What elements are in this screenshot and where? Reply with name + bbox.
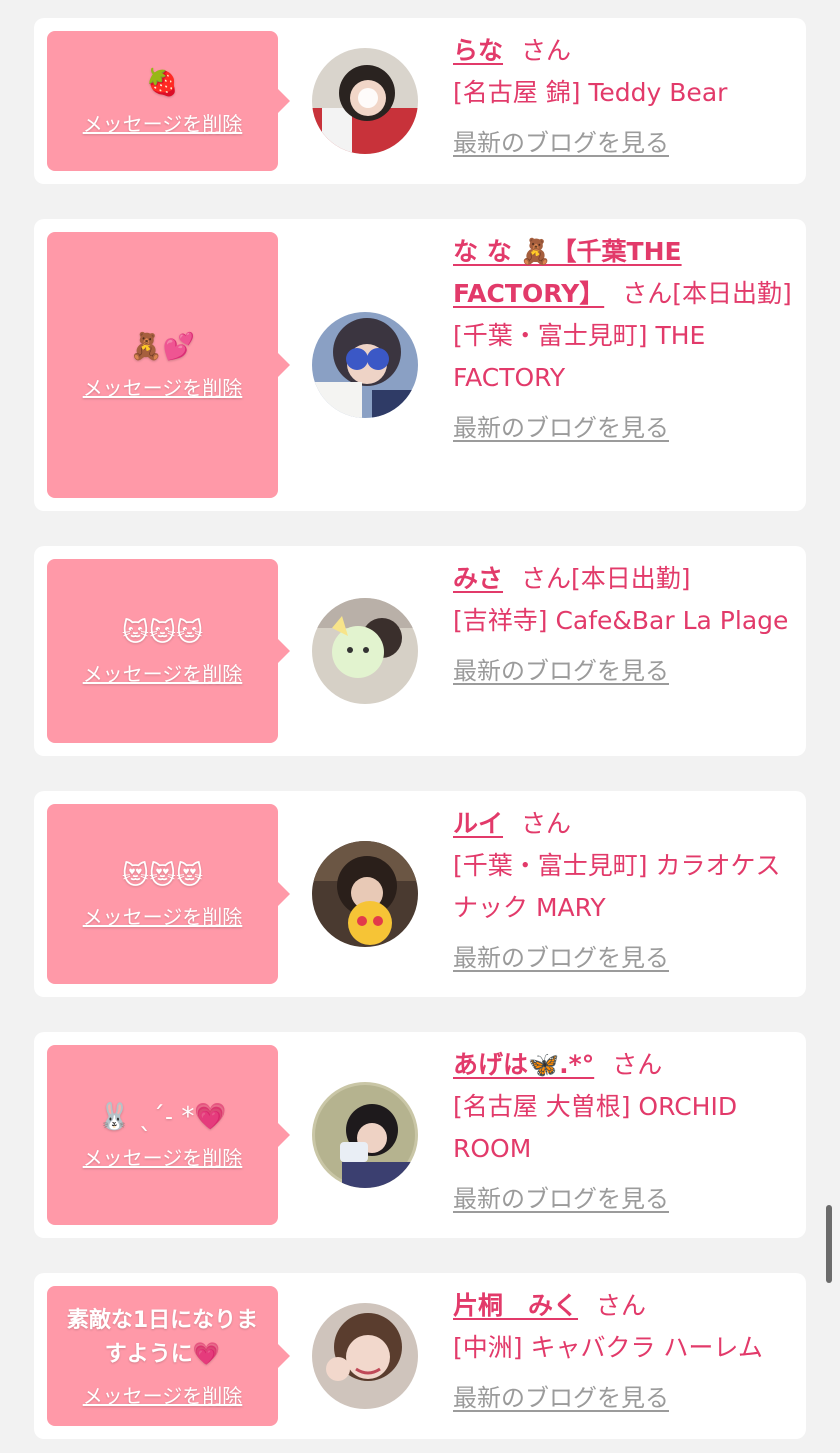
- message-text: 🍓: [146, 67, 179, 98]
- message-bubble: 素敵な1日になりますように💗 メッセージを削除: [47, 1286, 290, 1426]
- avatar[interactable]: [312, 598, 418, 704]
- favorite-card: 🍓 メッセージを削除 らな さん [名古屋 錦] Teddy Bear 最新のブロ…: [34, 18, 806, 184]
- latest-blog-link[interactable]: 最新のブログを見る: [453, 407, 669, 449]
- message-text: 🐰 ˎˊ˗ *💗: [98, 1101, 227, 1132]
- honorific: さん: [521, 809, 572, 838]
- shop-info: [名古屋 大曽根] ORCHID ROOM: [453, 1092, 738, 1163]
- message-text: 😻😻😻: [121, 860, 204, 891]
- delete-message-link[interactable]: メッセージを削除: [83, 901, 243, 930]
- message-text: 素敵な1日になりますように💗: [66, 1307, 259, 1367]
- girl-info: らな さん [名古屋 錦] Teddy Bear 最新のブログを見る: [453, 30, 793, 164]
- delete-message-link[interactable]: メッセージを削除: [83, 658, 243, 687]
- girl-info: な な 🧸【千葉THE FACTORY】 さん[本日出勤] [千葉・富士見町] T…: [453, 231, 793, 449]
- latest-blog-link[interactable]: 最新のブログを見る: [453, 1178, 669, 1220]
- girl-name-link[interactable]: ルイ: [453, 809, 503, 838]
- message-bubble: 😻😻😻 メッセージを削除: [47, 804, 290, 984]
- delete-message-link[interactable]: メッセージを削除: [83, 1142, 243, 1171]
- honorific: さん: [622, 279, 673, 308]
- message-text: 🧸💕: [130, 331, 195, 362]
- latest-blog-link[interactable]: 最新のブログを見る: [453, 937, 669, 979]
- honorific: さん: [612, 1050, 663, 1079]
- girl-name-link[interactable]: 片桐 みく: [453, 1291, 578, 1320]
- girl-name-link[interactable]: みさ: [453, 564, 503, 593]
- favorites-list: 🍓 メッセージを削除 らな さん [名古屋 錦] Teddy Bear 最新のブロ…: [0, 0, 840, 1453]
- avatar[interactable]: [312, 48, 418, 154]
- favorite-card: 🧸💕 メッセージを削除 な な 🧸【千葉THE FACTORY】 さん[本日出勤]…: [34, 219, 806, 511]
- shop-info: [吉祥寺] Cafe&Bar La Plage: [453, 606, 789, 635]
- girl-info: あげは🦋.*° さん [名古屋 大曽根] ORCHID ROOM 最新のブログを見…: [453, 1044, 793, 1220]
- delete-message-link[interactable]: メッセージを削除: [83, 1380, 243, 1409]
- message-bubble: 🍓 メッセージを削除: [47, 31, 290, 171]
- scrollbar[interactable]: [826, 1205, 832, 1283]
- honorific: さん: [521, 36, 572, 65]
- girl-name-link[interactable]: あげは🦋.*°: [453, 1050, 594, 1079]
- message-bubble: 🐰 ˎˊ˗ *💗 メッセージを削除: [47, 1045, 290, 1225]
- shop-info: [中洲] キャバクラ ハーレム: [453, 1333, 763, 1362]
- delete-message-link[interactable]: メッセージを削除: [83, 108, 243, 137]
- girl-name-link[interactable]: らな: [453, 36, 503, 65]
- girl-info: みさ さん[本日出勤] [吉祥寺] Cafe&Bar La Plage 最新のブロ…: [453, 558, 793, 692]
- attendance-status: [本日出勤]: [571, 564, 691, 593]
- girl-info: 片桐 みく さん [中洲] キャバクラ ハーレム 最新のブログを見る: [453, 1285, 793, 1419]
- message-bubble: 🧸💕 メッセージを削除: [47, 232, 290, 498]
- attendance-status: [本日出勤]: [672, 279, 792, 308]
- latest-blog-link[interactable]: 最新のブログを見る: [453, 650, 669, 692]
- girl-info: ルイ さん [千葉・富士見町] カラオケスナック MARY 最新のブログを見る: [453, 803, 793, 979]
- shop-info: [千葉・富士見町] カラオケスナック MARY: [453, 851, 781, 922]
- delete-message-link[interactable]: メッセージを削除: [83, 372, 243, 401]
- shop-info: [名古屋 錦] Teddy Bear: [453, 78, 728, 107]
- honorific: さん: [596, 1291, 647, 1320]
- favorite-card: 🐰 ˎˊ˗ *💗 メッセージを削除 あげは🦋.*° さん [名古屋 大曽根] OR…: [34, 1032, 806, 1238]
- avatar[interactable]: [312, 1082, 418, 1188]
- avatar[interactable]: [312, 1303, 418, 1409]
- favorite-card: 素敵な1日になりますように💗 メッセージを削除 片桐 みく さん [中洲] キャバ…: [34, 1273, 806, 1439]
- honorific: さん: [521, 564, 572, 593]
- message-text: 🐱🐱🐱: [121, 617, 204, 648]
- favorite-card: 😻😻😻 メッセージを削除 ルイ さん [千葉・富士見町] カラオケスナック MAR…: [34, 791, 806, 997]
- latest-blog-link[interactable]: 最新のブログを見る: [453, 122, 669, 164]
- shop-info: [千葉・富士見町] THE FACTORY: [453, 321, 706, 392]
- favorite-card: 🐱🐱🐱 メッセージを削除 みさ さん[本日出勤] [吉祥寺] Cafe&Bar L…: [34, 546, 806, 756]
- latest-blog-link[interactable]: 最新のブログを見る: [453, 1377, 669, 1419]
- avatar[interactable]: [312, 312, 418, 418]
- message-bubble: 🐱🐱🐱 メッセージを削除: [47, 559, 290, 743]
- avatar[interactable]: [312, 841, 418, 947]
